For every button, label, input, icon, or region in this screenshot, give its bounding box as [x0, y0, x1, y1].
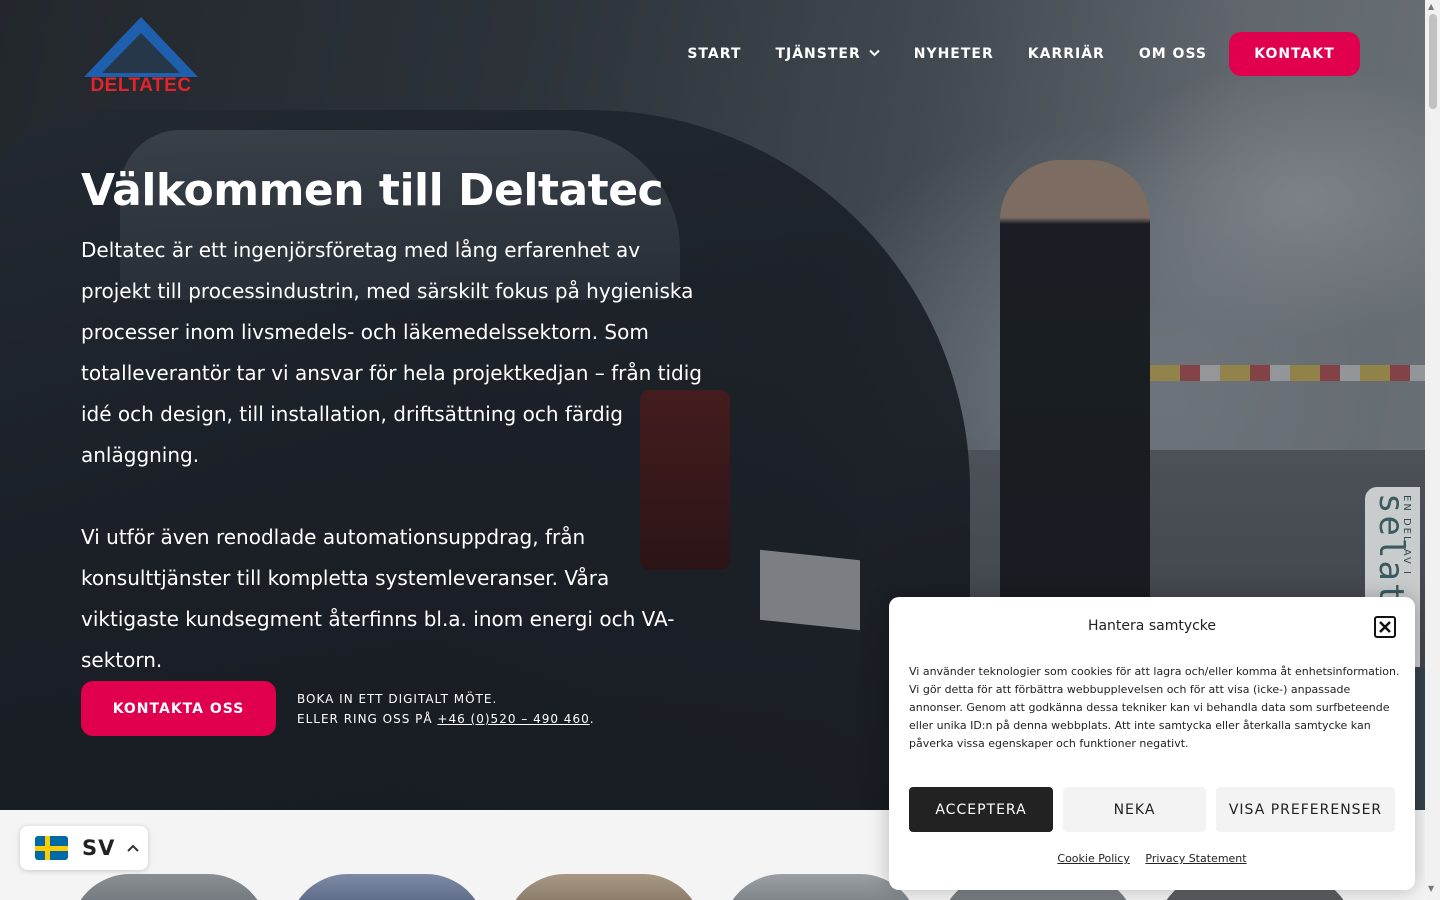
logo-triangle-icon [84, 17, 198, 77]
nav-item-nyheter[interactable]: NYHETER [914, 46, 994, 62]
view-preferences-button[interactable]: VISA PREFERENSER [1216, 787, 1395, 832]
cookie-policy-link[interactable]: Cookie Policy [1057, 852, 1129, 865]
hero-paragraph-1: Deltatec är ett ingenjörsföretag med lån… [81, 238, 702, 467]
service-card[interactable] [288, 874, 486, 900]
deltatec-logo[interactable]: DELTATEC [80, 15, 202, 96]
hero-title: Välkommen till Deltatec [81, 165, 664, 216]
sweden-flag-icon [35, 836, 68, 860]
logo-text: DELTATEC [90, 75, 192, 96]
cookie-consent-dialog: Hantera samtycke Vi använder teknologier… [889, 597, 1415, 890]
call-us-line: ELLER RING OSS PÅ +46 (0)520 – 490 460. [297, 709, 595, 729]
kontakt-button[interactable]: KONTAKT [1229, 32, 1360, 76]
nav-item-tjanster[interactable]: TJÄNSTER [775, 46, 880, 62]
call-us-prefix: ELLER RING OSS PÅ [297, 712, 438, 726]
nav-item-karriar[interactable]: KARRIÄR [1028, 46, 1105, 62]
book-meeting-text: BOKA IN ETT DIGITALT MÖTE. [297, 692, 498, 706]
service-card[interactable] [505, 874, 703, 900]
service-card[interactable] [70, 874, 268, 900]
cookie-dialog-body: Vi använder teknologier som cookies för … [909, 665, 1400, 750]
nav-item-label: START [687, 46, 742, 62]
contact-info: BOKA IN ETT DIGITALT MÖTE. ELLER RING OS… [297, 689, 595, 729]
privacy-statement-link[interactable]: Privacy Statement [1145, 852, 1246, 865]
phone-link[interactable]: +46 (0)520 – 490 460 [437, 712, 589, 726]
side-strip [1416, 667, 1425, 810]
language-switcher[interactable]: SV [20, 826, 148, 870]
accept-button[interactable]: ACCEPTERA [909, 787, 1053, 832]
cookie-links: Cookie Policy Privacy Statement [889, 852, 1415, 865]
part-of-text: EN DEL AV I [1401, 495, 1412, 576]
close-icon[interactable] [1374, 616, 1396, 638]
deny-button[interactable]: NEKA [1063, 787, 1206, 832]
page-scrollbar[interactable]: ▲ ▼ [1425, 0, 1440, 900]
nav-item-om-oss[interactable]: OM OSS [1139, 46, 1207, 62]
chevron-down-icon [869, 49, 880, 60]
main-nav: START TJÄNSTER NYHETER KARRIÄR OM OSS KO… [653, 32, 1360, 76]
nav-item-label: NYHETER [913, 46, 994, 62]
scroll-down-arrow-icon[interactable]: ▼ [1428, 884, 1434, 893]
nav-item-label: KARRIÄR [1027, 46, 1105, 62]
chevron-up-icon [127, 841, 140, 855]
nav-item-start[interactable]: START [687, 46, 741, 62]
language-code: SV [82, 836, 116, 860]
hero-paragraph-2: Vi utför även renodlade automationsuppdr… [81, 525, 675, 672]
nav-item-label: TJÄNSTER [775, 46, 861, 62]
scroll-up-arrow-icon[interactable]: ▲ [1428, 2, 1434, 11]
scrollbar-thumb[interactable] [1429, 14, 1437, 109]
cookie-dialog-title: Hantera samtycke [1087, 618, 1217, 634]
kontakta-oss-button[interactable]: KONTAKTA OSS [81, 681, 276, 736]
call-us-suffix: . [589, 712, 595, 726]
nav-item-label: OM OSS [1138, 46, 1207, 62]
